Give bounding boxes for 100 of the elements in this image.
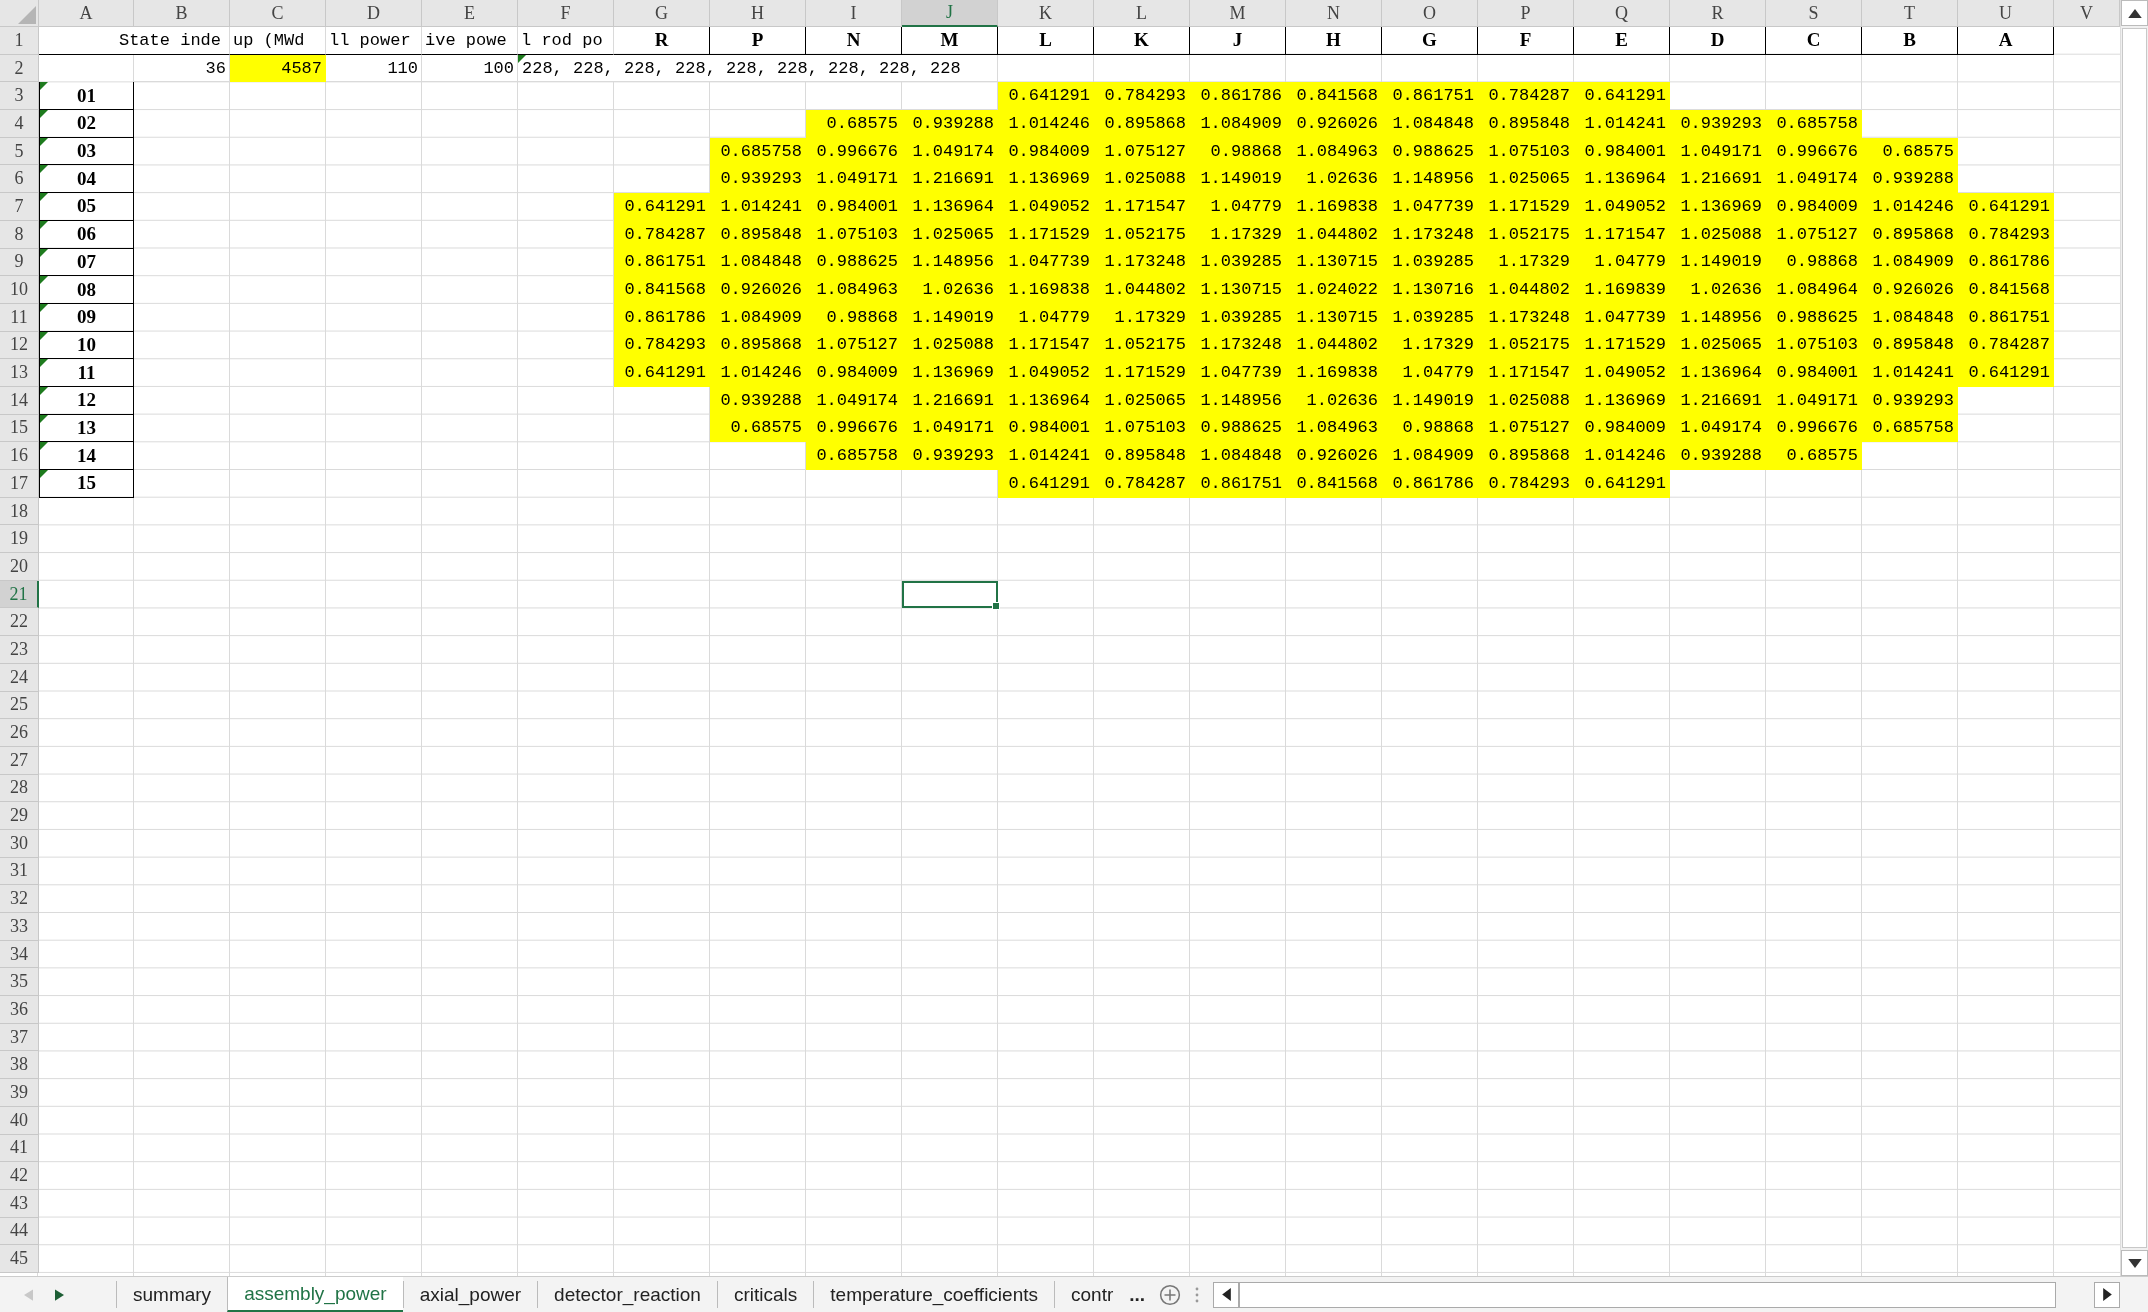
row-header[interactable]: 6 <box>0 165 39 194</box>
row-header[interactable]: 26 <box>0 719 39 747</box>
table-cell: 1.148956 <box>1190 386 1286 415</box>
column-header[interactable]: R <box>1670 0 1766 27</box>
row-header[interactable]: 23 <box>0 636 39 664</box>
row-header[interactable]: 8 <box>0 220 39 249</box>
row-header[interactable]: 32 <box>0 885 39 913</box>
row-header[interactable]: 36 <box>0 996 39 1024</box>
sheet-tab[interactable]: assembly_power <box>227 1277 403 1312</box>
row-header[interactable]: 41 <box>0 1134 39 1163</box>
column-header[interactable]: A <box>39 0 134 27</box>
row-header[interactable]: 35 <box>0 968 39 997</box>
table-cell: 0.784287 <box>1094 470 1190 498</box>
sheet-tab[interactable]: detector_reaction <box>537 1281 717 1308</box>
column-header[interactable]: E <box>422 0 518 27</box>
row-header[interactable]: 44 <box>0 1217 39 1246</box>
column-header[interactable]: M <box>1190 0 1286 27</box>
table-cell: 0.895848 <box>710 220 806 249</box>
scroll-left-button[interactable] <box>1213 1281 1240 1308</box>
splitter-handle-icon[interactable] <box>1195 1286 1200 1303</box>
row-header[interactable]: 30 <box>0 829 39 858</box>
selected-cell[interactable] <box>902 580 998 609</box>
row-header[interactable]: 18 <box>0 497 39 526</box>
row-header[interactable]: 42 <box>0 1162 39 1190</box>
row-header[interactable]: 11 <box>0 303 39 332</box>
row-header[interactable]: 17 <box>0 470 39 498</box>
row-header[interactable]: 33 <box>0 913 39 941</box>
row-header[interactable]: 20 <box>0 553 39 581</box>
row-header[interactable]: 34 <box>0 940 39 969</box>
column-header[interactable]: P <box>1478 0 1574 27</box>
column-header[interactable]: L <box>1094 0 1190 27</box>
more-tabs-button[interactable]: ... <box>1129 1277 1152 1312</box>
table-cell: 11 <box>39 359 134 387</box>
column-header[interactable]: J <box>902 0 998 27</box>
row-header[interactable]: 43 <box>0 1189 39 1218</box>
row-header[interactable]: 2 <box>0 54 39 83</box>
column-header[interactable]: T <box>1862 0 1958 27</box>
table-cell: 1.171529 <box>998 220 1094 249</box>
column-header[interactable]: V <box>2054 0 2120 27</box>
row-header[interactable]: 15 <box>0 414 39 443</box>
row-header[interactable]: 45 <box>0 1245 39 1273</box>
next-sheet-icon[interactable] <box>55 1288 64 1301</box>
row-header[interactable]: 1 <box>0 27 39 55</box>
row-header[interactable]: 4 <box>0 110 39 138</box>
row-header[interactable]: 7 <box>0 193 39 221</box>
column-header[interactable]: K <box>998 0 1094 27</box>
table-cell: 1.044802 <box>1094 276 1190 304</box>
table-cell: 0.996676 <box>806 137 902 166</box>
row-header[interactable]: 16 <box>0 442 39 470</box>
table-cell: 1.173248 <box>1094 248 1190 277</box>
table-cell: 1.136964 <box>902 193 998 221</box>
table-cell: 1.044802 <box>1478 276 1574 304</box>
column-header[interactable]: C <box>230 0 326 27</box>
table-cell: 1.17329 <box>1382 331 1478 360</box>
row-header[interactable]: 38 <box>0 1051 39 1080</box>
row-header[interactable]: 3 <box>0 82 39 111</box>
table-cell: 0.68575 <box>1862 137 1958 166</box>
column-header[interactable]: G <box>614 0 710 27</box>
column-header[interactable]: B <box>134 0 230 27</box>
scrollbar-thumb[interactable] <box>2122 28 2147 1248</box>
column-header[interactable]: O <box>1382 0 1478 27</box>
row-header[interactable]: 25 <box>0 691 39 720</box>
column-header[interactable]: U <box>1958 0 2054 27</box>
row-header[interactable]: 21 <box>0 580 39 609</box>
row-header[interactable]: 27 <box>0 746 39 775</box>
row-header[interactable]: 31 <box>0 857 39 886</box>
row-header[interactable]: 14 <box>0 386 39 415</box>
scroll-up-button[interactable] <box>2121 0 2148 26</box>
sheet-tab[interactable]: axial_power <box>402 1281 538 1308</box>
sheet-tab[interactable]: contr <box>1054 1281 1130 1308</box>
row-header[interactable]: 39 <box>0 1079 39 1107</box>
column-header[interactable]: D <box>326 0 422 27</box>
column-header[interactable]: N <box>1286 0 1382 27</box>
down-arrow-icon <box>2127 1258 2142 1268</box>
sheet-tab[interactable]: criticals <box>716 1281 814 1308</box>
scroll-right-button[interactable] <box>2094 1281 2120 1308</box>
row-header[interactable]: 12 <box>0 331 39 360</box>
row-header[interactable]: 9 <box>0 248 39 277</box>
scrollbar-thumb[interactable] <box>1239 1281 2056 1308</box>
row-header[interactable]: 24 <box>0 663 39 692</box>
row-header[interactable]: 10 <box>0 276 39 304</box>
table-cell: 1.084848 <box>1382 110 1478 138</box>
row-header[interactable]: 5 <box>0 137 39 166</box>
sheet-tab[interactable]: temperature_coefficients <box>813 1281 1054 1308</box>
row-header[interactable]: 40 <box>0 1106 39 1135</box>
table-cell: 0.984001 <box>1766 359 1862 387</box>
column-header[interactable]: S <box>1766 0 1862 27</box>
column-header[interactable]: Q <box>1574 0 1670 27</box>
row-header[interactable]: 37 <box>0 1023 39 1052</box>
column-header[interactable]: F <box>518 0 614 27</box>
row-header[interactable]: 29 <box>0 802 39 830</box>
add-sheet-icon[interactable] <box>1159 1283 1182 1306</box>
table-cell: 0.939288 <box>1862 165 1958 194</box>
column-header[interactable]: H <box>710 0 806 27</box>
column-header[interactable]: I <box>806 0 902 27</box>
row-header[interactable]: 28 <box>0 774 39 803</box>
row-header[interactable]: 13 <box>0 359 39 387</box>
row-header[interactable]: 22 <box>0 608 39 637</box>
row-header[interactable]: 19 <box>0 525 39 554</box>
scroll-down-button[interactable] <box>2121 1250 2148 1276</box>
